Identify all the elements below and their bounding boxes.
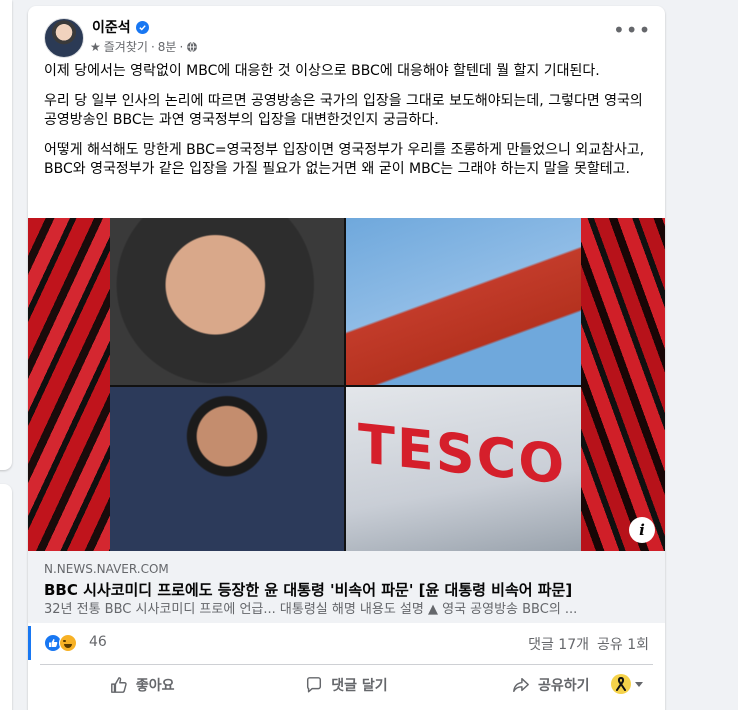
reaction-count[interactable]: 46 — [89, 634, 107, 650]
post-paragraph-3: 어떻게 해석해도 망한게 BBC=영국정부 입장이면 영국정부가 우리를 조롱하… — [44, 142, 645, 177]
link-preview-image[interactable]: TESCO i — [28, 218, 665, 551]
link-description: 32년 전통 BBC 시사코미디 프로에 언급... 대통령실 해명 내용도 설… — [44, 602, 578, 617]
audience-label[interactable]: 즐겨찾기 — [104, 38, 148, 55]
image-panel-top-left — [110, 218, 344, 385]
profile-ribbon-icon — [611, 674, 631, 694]
link-preview-meta[interactable]: N.NEWS.NAVER.COM BBC 시사코미디 프로에도 등장한 윤 대통… — [28, 551, 665, 623]
chevron-down-icon — [635, 681, 643, 687]
post-body: 이제 당에서는 영락없이 MBC에 대응한 것 이상으로 BBC에 대응해야 할… — [44, 62, 654, 190]
post-paragraph-2: 우리 당 일부 인사의 논리에 따르면 공영방송은 국가의 입장을 그대로 보도… — [44, 93, 643, 128]
info-icon[interactable]: i — [629, 517, 655, 543]
thumbs-up-icon — [110, 676, 127, 693]
image-panel-top-right — [346, 218, 581, 385]
meta-separator-2: · — [179, 39, 184, 54]
post-paragraph-1: 이제 당에서는 영락없이 MBC에 대응한 것 이상으로 BBC에 대응해야 할… — [44, 63, 600, 79]
reactions-summary: 46 댓글 17개 공유 1회 — [28, 626, 665, 660]
haha-reaction-icon — [59, 634, 77, 652]
like-label: 좋아요 — [135, 677, 175, 694]
share-count[interactable]: 공유 1회 — [597, 634, 649, 654]
link-domain: N.NEWS.NAVER.COM — [44, 562, 169, 576]
link-title: BBC 시사코미디 프로에도 등장한 윤 대통령 '비속어 파문' [윤 대통령… — [44, 581, 573, 599]
image-collage-edge-right — [581, 218, 665, 551]
comment-button[interactable]: 댓글 달기 — [244, 667, 448, 703]
left-card-fragment-lower — [0, 484, 12, 710]
author-name-link[interactable]: 이준석 — [92, 17, 149, 37]
post-header: 이준석 ★ 즐겨찾기 · 8분 · ••• — [28, 6, 665, 58]
meta-separator: · — [150, 39, 155, 54]
reaction-icons[interactable] — [44, 634, 77, 652]
comment-count[interactable]: 댓글 17개 — [528, 634, 589, 654]
like-button[interactable]: 좋아요 — [40, 667, 244, 703]
link-preview[interactable]: TESCO i N.NEWS.NAVER.COM BBC 시사코미디 프로에도 … — [28, 218, 665, 623]
left-card-fragment — [0, 0, 12, 470]
star-icon: ★ — [90, 39, 101, 54]
comment-icon — [307, 676, 322, 692]
feed-post: 이준석 ★ 즐겨찾기 · 8분 · ••• 이제 당에서는 영락없이 MBC에 … — [28, 6, 665, 710]
image-collage-edge-left — [28, 218, 110, 551]
engagement-counts: 댓글 17개 공유 1회 — [528, 634, 649, 654]
reaction-profile-selector[interactable] — [611, 674, 643, 694]
share-icon — [513, 677, 529, 692]
share-label: 공유하기 — [538, 677, 590, 694]
globe-icon[interactable] — [186, 41, 198, 53]
post-action-bar: 좋아요 댓글 달기 공유하기 — [40, 664, 653, 704]
image-panel-bottom-left — [110, 387, 344, 551]
more-options-button[interactable]: ••• — [613, 18, 652, 48]
more-icon: ••• — [613, 18, 652, 42]
comment-label: 댓글 달기 — [331, 677, 388, 694]
author-avatar[interactable] — [44, 18, 84, 58]
post-time[interactable]: 8분 — [158, 38, 177, 55]
author-name: 이준석 — [92, 20, 131, 36]
post-meta: ★ 즐겨찾기 · 8분 · — [90, 38, 198, 55]
verified-badge-icon — [135, 20, 149, 34]
